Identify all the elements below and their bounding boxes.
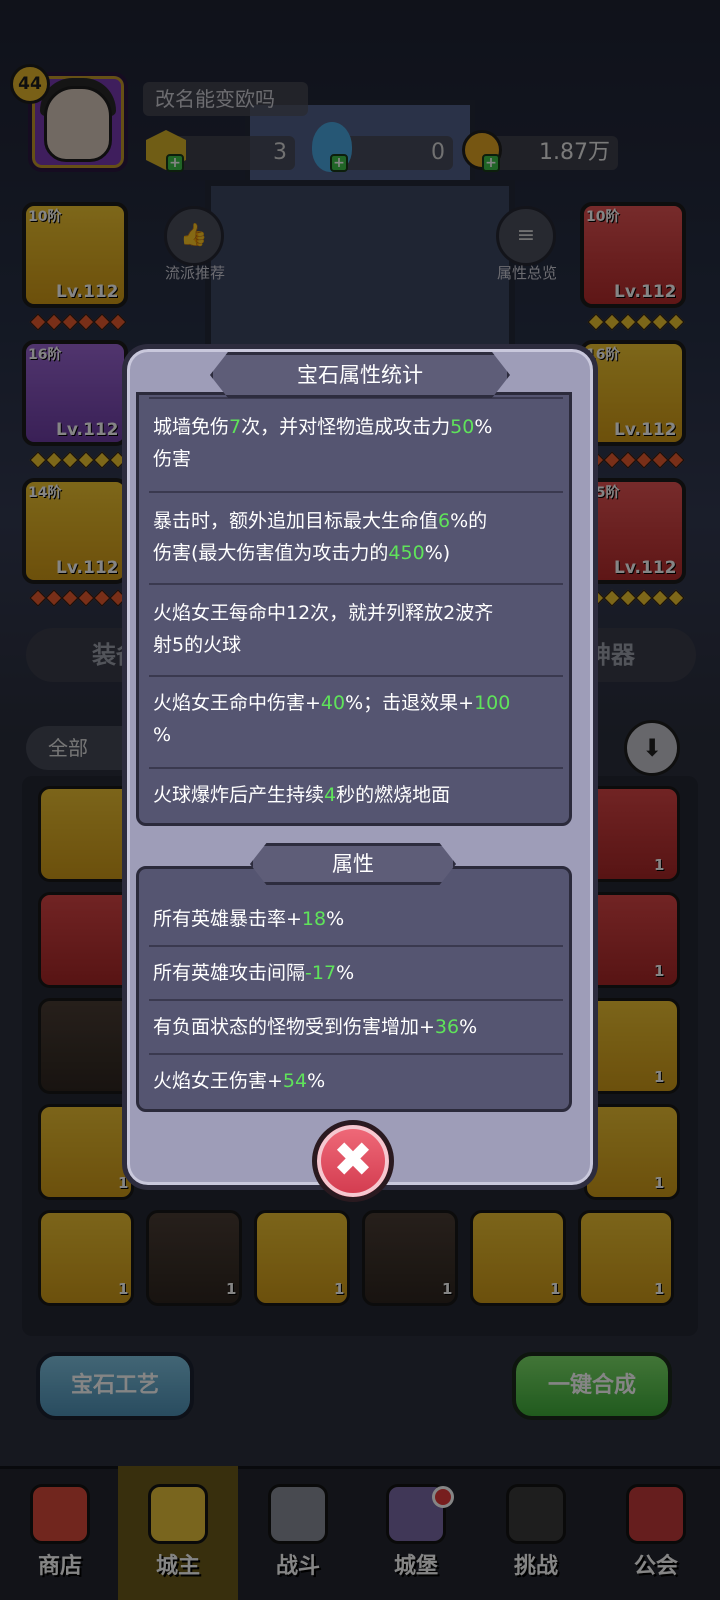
- effect-text: %的: [450, 510, 488, 532]
- highlight-value: 18: [301, 908, 327, 930]
- attribute-list: 所有英雄暴击率+18% 所有英雄攻击间隔-17% 有负面状态的怪物受到伤害增加+…: [136, 866, 572, 1112]
- effect-text: 秒的燃烧地面: [336, 784, 451, 806]
- effect-row: 火焰女王命中伤害+40%；击退效果+100%: [153, 687, 559, 751]
- highlight-value: 50: [450, 416, 475, 438]
- effect-row: 火球爆炸后产生持续4秒的燃烧地面: [153, 779, 559, 811]
- highlight-value: 36: [434, 1016, 460, 1038]
- row-divider: [149, 675, 563, 677]
- highlight-value: 7: [229, 416, 242, 438]
- highlight-value: 40: [320, 692, 346, 714]
- effect-text: 火焰女王每命中12次，就并列释放2波齐: [153, 602, 494, 624]
- effect-text: 火焰女王伤害+: [153, 1070, 283, 1092]
- effect-text: 伤害: [153, 448, 192, 470]
- effect-text: %: [459, 1016, 478, 1038]
- effect-text: 所有英雄暴击率+: [153, 908, 302, 930]
- row-divider: [149, 999, 563, 1001]
- highlight-value: 6: [438, 510, 451, 532]
- highlight-value: 450: [388, 542, 425, 564]
- attribute-row: 火焰女王伤害+54%: [153, 1065, 559, 1097]
- effect-text: 所有英雄攻击间隔: [153, 962, 306, 984]
- effect-text: 火焰女王命中伤害+: [153, 692, 321, 714]
- effect-text: 城墙免伤: [153, 416, 230, 438]
- effect-text: 有负面状态的怪物受到伤害增加+: [153, 1016, 435, 1038]
- effect-text: %: [307, 1070, 326, 1092]
- row-divider: [149, 1053, 563, 1055]
- row-divider: [149, 767, 563, 769]
- effect-text: 射5的火球: [153, 634, 242, 656]
- highlight-value: -17: [305, 962, 337, 984]
- effect-text: %；击退效果+: [345, 692, 475, 714]
- attribute-row: 所有英雄暴击率+18%: [153, 903, 559, 935]
- effect-text: 暴击时，额外追加目标最大生命值: [153, 510, 439, 532]
- highlight-value: 54: [282, 1070, 308, 1092]
- effect-row: 火焰女王每命中12次，就并列释放2波齐 射5的火球: [153, 597, 559, 661]
- effect-text: 火球爆炸后产生持续: [153, 784, 325, 806]
- attribute-header: 属性: [332, 852, 374, 876]
- effect-text: %: [336, 962, 355, 984]
- modal-title: 宝石属性统计: [297, 363, 423, 387]
- row-divider: [149, 945, 563, 947]
- attribute-row: 有负面状态的怪物受到伤害增加+36%: [153, 1011, 559, 1043]
- effect-text: %: [326, 908, 345, 930]
- effect-row: 暴击时，额外追加目标最大生命值6%的伤害(最大伤害值为攻击力的450%): [153, 505, 559, 569]
- effect-row: 城墙免伤7次，并对怪物造成攻击力50% 伤害: [153, 411, 559, 475]
- highlight-value: 4: [324, 784, 337, 806]
- effect-text: 伤害(最大伤害值为攻击力的: [153, 542, 389, 564]
- gem-effects-list[interactable]: 城墙免伤7次，并对怪物造成攻击力50% 伤害 暴击时，额外追加目标最大生命值6%的…: [136, 392, 572, 826]
- highlight-value: 100: [474, 692, 511, 714]
- effect-text: %): [424, 542, 451, 564]
- attribute-row: 所有英雄攻击间隔-17%: [153, 957, 559, 989]
- effect-text: %: [153, 724, 172, 746]
- row-divider: [149, 491, 563, 493]
- effect-text: %: [474, 416, 493, 438]
- row-divider: [149, 583, 563, 585]
- effect-text: 次，并对怪物造成攻击力: [241, 416, 451, 438]
- close-icon[interactable]: ✖: [312, 1120, 394, 1202]
